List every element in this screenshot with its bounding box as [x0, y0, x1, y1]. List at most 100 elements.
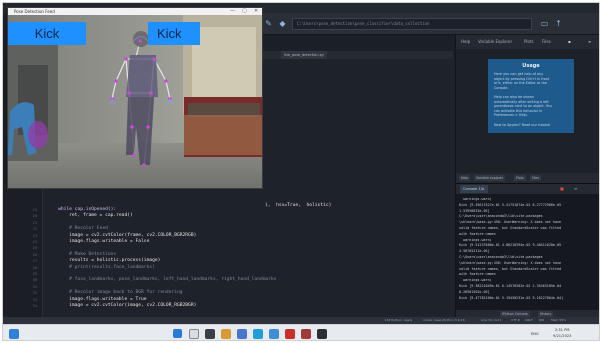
console-line: 8.26981502e-05]	[459, 289, 490, 294]
windows-start-icon[interactable]	[173, 329, 182, 338]
console-tab-bar: Console 1/A ■ ≡	[456, 184, 599, 194]
code-line: ret, frame = cap.read()	[47, 213, 133, 219]
tab-help-bottom[interactable]: Help	[459, 175, 471, 181]
code-line: # face_landmarks, pose_landmarks, left_h…	[47, 277, 277, 283]
input-language[interactable]: ENG	[531, 332, 539, 336]
minimize-button[interactable]: —	[230, 8, 235, 15]
console-tab[interactable]: Console 1/A	[460, 185, 488, 193]
wrench-icon[interactable]: ✎	[264, 19, 273, 28]
tab-files[interactable]: Files	[542, 39, 551, 44]
ide-status-bar: LSP Python: ready conda: base (Python 3.…	[3, 317, 599, 324]
code-fragment: ), hsv=True, holistic)	[265, 203, 332, 208]
stop-icon[interactable]: ■	[560, 186, 564, 191]
code-line: image.flags.writeable = True	[47, 296, 147, 302]
code-line: # Make Detections	[47, 251, 117, 257]
options-icon[interactable]: ≡	[574, 186, 577, 191]
help-tab-bar: Help Variable Explorer Plots Files ▪ ≡	[456, 35, 599, 49]
prediction-label-banner: Kick	[148, 22, 200, 45]
line-number: 23	[32, 233, 37, 238]
console-line: Kick [9.38221049e-01 6.14576502e-02 2.35…	[459, 284, 562, 288]
edge-browser-icon[interactable]	[253, 329, 263, 339]
tab-variable-explorer[interactable]: Variable Explorer	[478, 39, 512, 44]
console-line: valid feature names, but StandardScaler …	[459, 226, 562, 230]
help-usage-title: Usage	[522, 63, 540, 69]
tab-files-bottom[interactable]: Files	[530, 175, 541, 181]
python-window-icon[interactable]	[317, 329, 327, 339]
folder-icon[interactable]: ▭	[540, 19, 549, 28]
console-line: C:\Users\user\anaconda3\lib\site-package…	[459, 255, 543, 259]
line-number: 31	[32, 284, 37, 289]
line-number: 33	[32, 297, 37, 302]
status-lsp: LSP Python: ready	[385, 318, 413, 322]
code-line: image = cv2.cvtColor(image, cv2.COLOR_RG…	[47, 303, 197, 308]
console-line: with feature names	[459, 231, 496, 236]
task-view-icon[interactable]	[205, 329, 215, 339]
close-button[interactable]: ✕	[254, 8, 258, 15]
spyder-icon[interactable]	[301, 329, 311, 339]
line-number: 19	[32, 208, 37, 212]
status-permissions: RW	[539, 318, 544, 322]
line-number: 28	[32, 265, 37, 270]
console-line: valid feature names, but StandardScaler …	[459, 266, 562, 271]
help-pane: Help Variable Explorer Plots Files ▪ ≡ U…	[455, 35, 599, 183]
console-line: warnings.warn(	[459, 278, 492, 283]
console-line: Kick [9.51237680e-01 4.86210394e-02 9.48…	[459, 243, 562, 248]
help-usage-line: New to Spyder? Read our tutorial	[494, 122, 551, 127]
tab-variable-explorer-bottom[interactable]: Variable explorer	[474, 175, 506, 181]
line-number: 30	[32, 278, 37, 283]
search-icon[interactable]	[189, 329, 199, 339]
help-usage-line: Console.	[494, 85, 509, 90]
line-number: 24	[32, 240, 37, 244]
console-line: C:\Users\user\anaconda3\lib\site-package…	[459, 214, 543, 219]
help-bottom-tab-bar: Help Variable explorer Plots Files	[456, 173, 599, 183]
editor-tab[interactable]: live_pose_detection.py	[281, 51, 327, 59]
console-line: 4.58765211e-05]	[459, 249, 490, 254]
menu-icon[interactable]: ≡	[588, 39, 591, 44]
console-line: warnings.warn(	[459, 237, 492, 242]
line-number: 25	[32, 246, 37, 251]
line-number: 27	[32, 259, 37, 264]
line-number: 29	[32, 272, 37, 276]
desktop-screen: ✎ ◆ C:\Users\pose_detection\pose_classif…	[2, 2, 600, 341]
line-number: 34	[32, 304, 37, 308]
webcam-window[interactable]: Pose Detection Feed — ▢ ✕ Kick Kick	[7, 7, 263, 189]
help-usage-line: Preferences > Help.	[494, 113, 528, 118]
widgets-icon[interactable]	[9, 329, 19, 339]
line-number: 26	[32, 252, 37, 257]
status-encoding: UTF-8	[511, 318, 520, 322]
console-line: \sklearn\base.py:450: UserWarning: X doe…	[459, 220, 562, 225]
console-line: Kick [9.47782106e-01 5.19450231e-02 5.16…	[459, 295, 564, 300]
arrow-up-icon[interactable]: ↑	[554, 19, 563, 28]
ide-toolbar: ✎ ◆ C:\Users\pose_detection\pose_classif…	[258, 13, 599, 35]
clock-time[interactable]: 2:51 PM	[555, 328, 569, 332]
ipython-console[interactable]: Console 1/A ■ ≡ warnings.warn( Kick [9.45…	[455, 183, 599, 318]
status-conda: conda: base (Python 3.9.13)	[423, 318, 466, 322]
working-directory-path[interactable]: C:\Users\pose_detection\pose_classifier\…	[292, 18, 532, 30]
code-line: # Recolor image back to BGR for renderin…	[47, 290, 183, 296]
class-label-banner: Kick	[8, 22, 86, 45]
webcam-title-bar[interactable]: Pose Detection Feed — ▢ ✕	[8, 8, 262, 15]
line-number: 22	[32, 227, 37, 232]
console-line: Kick [9.45617427e-01 5.41751874e-02 6.27…	[459, 202, 562, 207]
maximize-button[interactable]: ▢	[242, 8, 247, 15]
tab-plots-bottom[interactable]: Plots	[514, 175, 526, 181]
line-number: 32	[32, 291, 37, 296]
status-eol: CRLF	[525, 318, 533, 322]
clock-date[interactable]: 9/21/2023	[553, 334, 571, 338]
code-line: results = holistic.process(image)	[47, 258, 161, 264]
file-explorer-icon[interactable]	[221, 329, 231, 339]
anaconda-icon[interactable]	[285, 329, 295, 339]
windows-taskbar: ENG 2:51 PM 9/21/2023	[3, 324, 599, 340]
console-line: \sklearn\base.py:450: UserWarning: X doe…	[459, 260, 562, 265]
video-call-icon[interactable]	[237, 329, 247, 339]
lock-icon[interactable]: ▪	[568, 39, 571, 44]
line-number: 21	[32, 220, 37, 225]
store-icon[interactable]	[269, 329, 279, 339]
code-line: # print(results.face_landmarks)	[47, 264, 155, 270]
tab-help[interactable]: Help	[461, 39, 470, 44]
tab-plots[interactable]: Plots	[524, 39, 534, 44]
python-icon[interactable]: ◆	[278, 19, 287, 28]
status-position: Line 52, Col 1	[481, 318, 502, 322]
console-line: 1.53956633e-05]	[459, 208, 490, 213]
console-line: with feature names	[459, 272, 496, 277]
